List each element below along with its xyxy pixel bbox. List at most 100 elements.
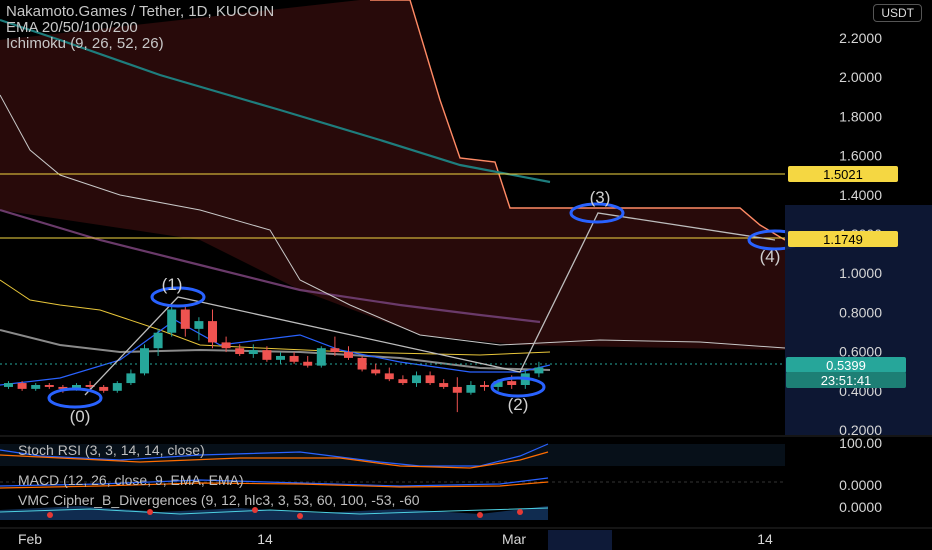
candle-body bbox=[167, 309, 177, 333]
candle bbox=[439, 379, 449, 389]
chart-stage: (0) (1) (2) (3) (4) 2.2000 2.0000 1.8000 1.6000 1… bbox=[0, 0, 932, 550]
candle bbox=[248, 344, 258, 358]
macd-label[interactable]: MACD (12, 26, close, 9, EMA, EMA) bbox=[18, 472, 244, 488]
candle-body bbox=[466, 385, 476, 393]
chart-title: Nakamoto.Games / Tether, 1D, KUCOIN bbox=[6, 3, 275, 20]
candle bbox=[140, 344, 149, 376]
candle bbox=[303, 355, 313, 368]
time-tick: Feb bbox=[18, 531, 42, 547]
candle bbox=[412, 371, 421, 387]
candle-body bbox=[507, 381, 517, 385]
candle-body bbox=[208, 321, 217, 343]
vmc-axis-label: 0.0000 bbox=[839, 499, 882, 515]
candle-body bbox=[180, 309, 190, 329]
candle-body bbox=[344, 352, 353, 358]
vmc-dot bbox=[477, 512, 483, 518]
candle-body bbox=[316, 348, 326, 366]
vmc-dot bbox=[147, 509, 153, 515]
candle bbox=[452, 377, 462, 413]
candle-body bbox=[44, 385, 54, 387]
candle bbox=[398, 375, 408, 385]
candle bbox=[344, 346, 353, 360]
price-tick: 1.4000 bbox=[839, 187, 882, 203]
ichimoku-cloud bbox=[0, 0, 785, 350]
candle-body bbox=[371, 369, 381, 374]
candle bbox=[316, 346, 326, 368]
candle bbox=[289, 352, 299, 364]
wave-label-4: (4) bbox=[760, 247, 781, 266]
candle-body bbox=[31, 385, 41, 389]
candle-body bbox=[4, 383, 13, 387]
vmc-wave-area bbox=[0, 506, 548, 520]
candle-body bbox=[153, 332, 163, 349]
candle-body bbox=[330, 348, 340, 353]
last-price-tag: 0.5399 bbox=[826, 358, 866, 373]
candle-body bbox=[398, 379, 408, 384]
wave-label-0: (0) bbox=[70, 407, 91, 426]
price-tick: 1.8000 bbox=[839, 108, 882, 124]
candle-body bbox=[235, 348, 245, 355]
ema-legend[interactable]: EMA 20/50/100/200 bbox=[6, 20, 138, 36]
vmc-dot bbox=[47, 512, 53, 518]
candle bbox=[276, 352, 285, 364]
price-tick: 2.0000 bbox=[839, 69, 882, 85]
vmc-dot bbox=[297, 513, 303, 519]
candle bbox=[480, 381, 489, 391]
candle bbox=[371, 363, 381, 376]
ichimoku-legend[interactable]: Ichimoku (9, 26, 52, 26) bbox=[6, 36, 164, 52]
candle-body bbox=[384, 373, 394, 380]
candle bbox=[194, 317, 204, 341]
wave-label-2: (2) bbox=[508, 395, 529, 414]
candle-body bbox=[99, 386, 109, 391]
vmc-cipher-label[interactable]: VMC Cipher_B_Divergences (9, 12, hlc3, 3… bbox=[18, 492, 420, 508]
candle bbox=[99, 385, 109, 393]
wave-marker bbox=[47, 387, 103, 409]
candle-body bbox=[17, 383, 27, 389]
candle-body bbox=[357, 357, 367, 370]
candle-body bbox=[480, 385, 489, 387]
candle-body bbox=[303, 361, 313, 366]
candle bbox=[4, 381, 13, 389]
wave-marker bbox=[490, 376, 546, 398]
candle bbox=[167, 305, 177, 337]
candle bbox=[44, 383, 54, 389]
price-tick: 1.0000 bbox=[839, 265, 882, 281]
candle-body bbox=[534, 367, 544, 374]
candle-body bbox=[248, 350, 258, 355]
chart-canvas[interactable]: (0) (1) (2) (3) (4) 2.2000 2.0000 1.8000 1.6000 1… bbox=[0, 0, 932, 550]
candle-body bbox=[439, 383, 449, 387]
candle-body bbox=[126, 373, 136, 384]
candle-body bbox=[452, 386, 462, 393]
macd-axis-label: 0.0000 bbox=[839, 477, 882, 493]
stoch-axis-label: 100.00 bbox=[839, 435, 882, 451]
candle bbox=[112, 381, 122, 393]
stoch-rsi-label[interactable]: Stoch RSI (3, 3, 14, 14, close) bbox=[18, 442, 205, 458]
wave-label-1: (1) bbox=[162, 275, 183, 294]
currency-button[interactable]: USDT bbox=[873, 4, 922, 22]
candle-body bbox=[221, 342, 231, 349]
candle bbox=[425, 371, 435, 385]
price-tick: 2.2000 bbox=[839, 30, 882, 46]
time-tick: 14 bbox=[757, 531, 773, 547]
candle-body bbox=[425, 375, 435, 384]
candle-body bbox=[140, 348, 149, 374]
candle bbox=[208, 309, 217, 349]
candle bbox=[235, 344, 245, 356]
level-b-tag: 1.1749 bbox=[823, 232, 863, 247]
candle-body bbox=[262, 350, 272, 360]
wave-label-3: (3) bbox=[590, 188, 611, 207]
candle bbox=[384, 367, 394, 382]
level-a-tag: 1.5021 bbox=[823, 167, 863, 182]
candle bbox=[180, 305, 190, 337]
price-tick: 1.6000 bbox=[839, 148, 882, 164]
candle-body bbox=[112, 383, 122, 391]
candle-body bbox=[412, 375, 421, 384]
candle bbox=[85, 381, 95, 389]
time-tick: 14 bbox=[257, 531, 273, 547]
candle bbox=[466, 381, 476, 395]
price-tick: 0.8000 bbox=[839, 304, 882, 320]
candle-body bbox=[276, 355, 285, 360]
candle bbox=[31, 383, 41, 391]
time-range-highlight bbox=[548, 530, 612, 550]
vmc-dot bbox=[517, 509, 523, 515]
